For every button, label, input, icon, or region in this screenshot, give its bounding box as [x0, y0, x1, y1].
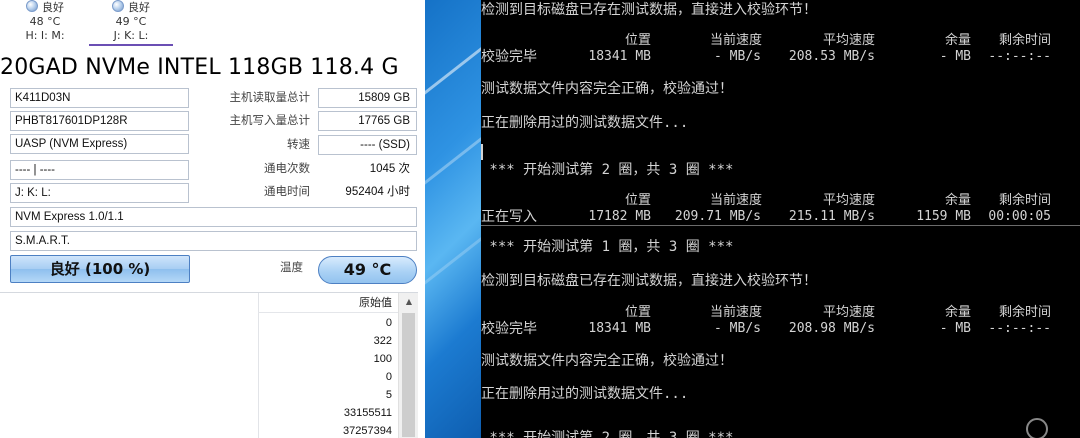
disk-tab-1[interactable]: 良好 48 °C H: I: M: — [6, 0, 84, 46]
health-status-button[interactable]: 良好 (100 %) — [10, 255, 190, 283]
console-line: *** 开始测试第 1 圈，共 3 圈 *** — [481, 239, 734, 255]
drive-letters-field: J: K: L: — [10, 183, 189, 203]
row-status: 正在写入 — [481, 209, 537, 225]
host-reads-field: 15809 GB — [318, 88, 417, 108]
scroll-up-arrow-icon[interactable]: ▲ — [399, 295, 419, 309]
row-current-speed: - MB/s — [714, 49, 761, 64]
console-line: 正在删除用过的测试数据文件... — [481, 386, 689, 402]
raw-value-cell: 5 — [385, 389, 392, 401]
wallpaper-light-beam — [425, 113, 481, 190]
active-tab-indicator — [89, 44, 173, 46]
console-line: 测试数据文件内容完全正确，校验通过！ — [481, 81, 733, 97]
disk-tab-2[interactable]: 良好 49 °C J: K: L: — [89, 0, 173, 46]
disk-model-title: 20GAD NVMe INTEL 118GB 118.4 GB — [0, 55, 400, 80]
power-on-hours-field: 952404 小时 — [318, 182, 417, 202]
console-line: 正在删除用过的测试数据文件... — [481, 115, 689, 131]
raw-value-cell: 33155511 — [343, 407, 392, 419]
power-on-count-label: 通电次数 — [264, 161, 310, 175]
row-status: 校验完毕 — [481, 49, 537, 65]
health-dot-icon — [112, 0, 124, 12]
host-writes-field: 17765 GB — [318, 111, 417, 131]
row-average-speed: 208.98 MB/s — [788, 321, 875, 336]
row-eta: 00:00:05 — [988, 209, 1051, 224]
smart-scrollbar[interactable]: ▲ — [398, 293, 418, 438]
row-position: 18341 MB — [588, 321, 651, 336]
row-eta: --:--:-- — [988, 49, 1051, 64]
row-remaining: - MB — [939, 321, 971, 336]
raw-value-column-header[interactable]: 原始值 — [258, 293, 398, 313]
row-average-speed: 215.11 MB/s — [788, 209, 875, 224]
disk-tab-status: 良好 — [128, 1, 150, 14]
console-line: *** 开始测试第 2 圈，共 3 圈 *** — [481, 430, 734, 438]
disk-info-window: 良好 48 °C H: I: M: 良好 49 °C J: K: L: 20GA… — [0, 0, 425, 438]
row-remaining: 1159 MB — [916, 209, 971, 224]
window-split-divider — [481, 225, 1080, 226]
power-on-count-field: 1045 次 — [318, 159, 417, 179]
host-reads-label: 主机读取量总计 — [229, 90, 311, 104]
row-average-speed: 208.53 MB/s — [788, 49, 875, 64]
features-field: S.M.A.R.T. — [10, 231, 417, 251]
temperature-label: 温度 — [280, 260, 303, 274]
standard-field: NVM Express 1.0/1.1 — [10, 207, 417, 227]
raw-value-cell: 322 — [373, 335, 392, 347]
smart-table: 原始值 0 322 100 0 5 33155511 37257394 ▲ — [0, 292, 418, 438]
rotation-label: 转速 — [287, 137, 310, 151]
wallpaper-light-beam — [425, 213, 481, 290]
raw-value-cell: 0 — [385, 371, 392, 383]
console-window: 检测到目标磁盘已存在测试数据，直接进入校验环节！ 位置 当前速度 平均速度 余量… — [481, 0, 1080, 438]
watermark-logo-icon — [1016, 412, 1058, 438]
disk-tab-temp: 49 °C — [115, 15, 147, 28]
power-on-hours-label: 通电时间 — [264, 184, 310, 198]
console-line: *** 开始测试第 2 圈，共 3 圈 *** — [481, 162, 734, 178]
row-position: 17182 MB — [588, 209, 651, 224]
interface-field: UASP (NVM Express) — [10, 134, 189, 154]
console-line: 检测到目标磁盘已存在测试数据，直接进入校验环节！ — [481, 273, 817, 289]
raw-value-cell: 100 — [373, 353, 392, 365]
scroll-thumb[interactable] — [402, 313, 415, 437]
console-line: 检测到目标磁盘已存在测试数据，直接进入校验环节！ — [481, 2, 817, 18]
row-remaining: - MB — [939, 49, 971, 64]
host-writes-label: 主机写入量总计 — [229, 113, 311, 127]
row-position: 18341 MB — [588, 49, 651, 64]
transfer-mode-field: ---- | ---- — [10, 160, 189, 180]
serial-field: PHBT817601DP128R — [10, 111, 189, 131]
rotation-field: ---- (SSD) — [318, 135, 417, 155]
temperature-indicator: 49 °C — [318, 256, 417, 284]
health-dot-icon — [26, 0, 38, 12]
wallpaper-light-beam — [425, 23, 481, 100]
console-cursor — [481, 144, 483, 160]
row-current-speed: - MB/s — [714, 321, 761, 336]
disk-tab-drives: J: K: L: — [113, 29, 149, 42]
raw-value-cell: 0 — [385, 317, 392, 329]
disk-tab-temp: 48 °C — [29, 15, 61, 28]
console-line: 测试数据文件内容完全正确，校验通过！ — [481, 353, 733, 369]
desktop-background — [425, 0, 481, 438]
firmware-field: K411D03N — [10, 88, 189, 108]
disk-tab-drives: H: I: M: — [25, 29, 65, 42]
row-eta: --:--:-- — [988, 321, 1051, 336]
row-current-speed: 209.71 MB/s — [674, 209, 761, 224]
raw-value-cell: 37257394 — [343, 425, 392, 437]
disk-tab-status: 良好 — [42, 1, 64, 14]
row-status: 校验完毕 — [481, 321, 537, 337]
